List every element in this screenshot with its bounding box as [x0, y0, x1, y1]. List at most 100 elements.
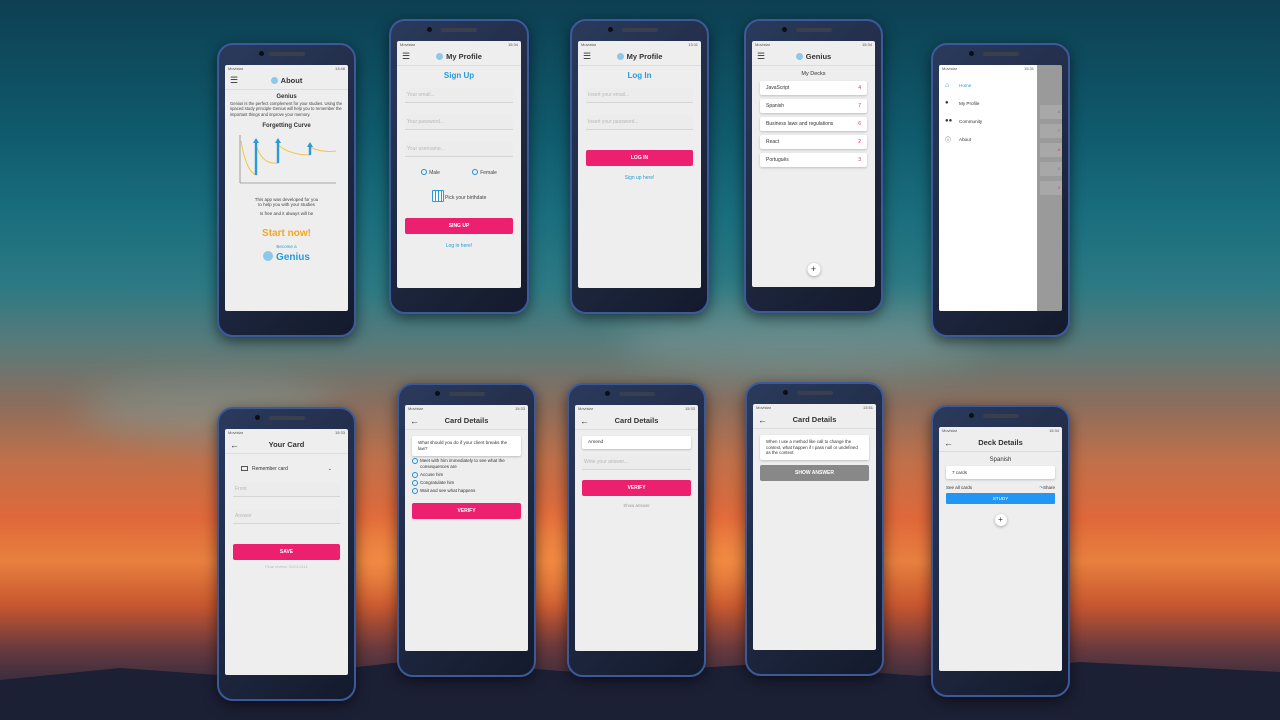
group-icon: ●●: [945, 118, 953, 124]
back-arrow-icon[interactable]: ←: [580, 416, 589, 426]
deck-item-name: Spanish: [766, 103, 785, 109]
menu-icon[interactable]: ☰: [583, 51, 591, 62]
verify-button[interactable]: VERIFY: [412, 502, 521, 519]
login-button[interactable]: LOG IN: [586, 150, 693, 166]
deck-item[interactable]: JavaScript 4: [760, 81, 867, 95]
login-link[interactable]: Log in here!: [405, 243, 513, 249]
deck-details-screen: Movistar 15:34 ← Deck Details Spanish 7 c…: [939, 427, 1062, 671]
page-title: Card Details: [792, 415, 837, 424]
info-icon: ⓘ: [945, 137, 952, 144]
phone-login: Movistar 13:11 ☰ My Profile Log In Insert…: [570, 19, 709, 314]
deck-item[interactable]: Português 3: [760, 153, 867, 167]
decks-screen: Movistar 15:34 ☰ Genius My Decks JavaScri…: [752, 41, 875, 287]
radio-icon: [412, 471, 418, 478]
about-screen: Movistar 13:48 ☰ About Genius Genius is t…: [225, 65, 348, 311]
signup-button[interactable]: SING UP: [405, 218, 513, 234]
phone-signup: Movistar 15:34 ☰ My Profile Sign Up Your …: [389, 19, 529, 314]
share-button[interactable]: ↷Share: [1039, 485, 1055, 491]
deck-item[interactable]: Business laws and regulations 6: [760, 117, 867, 131]
login-screen: Movistar 13:11 ☰ My Profile Log In Insert…: [578, 41, 701, 288]
drawer-peek: 4 7 6 2 3: [1040, 65, 1062, 311]
signup-link[interactable]: Sign up here!: [586, 175, 693, 181]
brain-logo-icon: [616, 53, 624, 60]
answer-input[interactable]: Write your answer...: [582, 455, 691, 470]
question-card: When I use a method like call to change …: [760, 435, 869, 461]
deck-item-name: JavaScript: [766, 85, 790, 91]
show-answer-link[interactable]: Show answer: [582, 503, 691, 508]
curve-title: Forgetting Curve: [262, 123, 311, 130]
deck-name: Spanish: [989, 457, 1012, 463]
signup-screen: Movistar 15:34 ☰ My Profile Sign Up Your …: [397, 41, 521, 288]
drawer-peek-row: 4: [1040, 105, 1062, 119]
radio-icon: [472, 169, 479, 175]
quiz-screen: Movistar 15:33 ← Card Details What should…: [405, 405, 528, 651]
answer-option[interactable]: Meet with him immediately to see what th…: [412, 457, 521, 470]
deck-item[interactable]: Spanish 7: [760, 99, 867, 113]
back-arrow-icon[interactable]: ←: [758, 415, 767, 425]
card-count: 7 cards: [946, 466, 1055, 479]
home-icon: ⌂: [945, 81, 950, 89]
genius-logo: Genius: [230, 251, 343, 263]
background-cloud: [300, 520, 800, 600]
question-card: Amend: [582, 436, 691, 449]
deck-item-count: 3: [858, 157, 861, 163]
radio-icon: [412, 457, 418, 464]
back-arrow-icon[interactable]: ←: [410, 416, 419, 426]
back-arrow-icon[interactable]: ←: [944, 438, 953, 448]
deck-list: JavaScript 4 Spanish 7 Business laws and reg…: [760, 81, 867, 167]
menu-icon[interactable]: ☰: [757, 51, 765, 62]
login-heading: Log In: [627, 71, 652, 80]
verify-button[interactable]: VERIFY: [582, 480, 691, 496]
radio-icon: [421, 169, 428, 175]
male-radio[interactable]: Male: [421, 169, 440, 176]
back-arrow-icon[interactable]: ←: [230, 440, 239, 450]
show-answer-button[interactable]: SHOW ANSWER: [760, 465, 869, 482]
password-field[interactable]: Your password...: [405, 115, 513, 130]
drawer-item-about[interactable]: ⓘ About: [945, 130, 1031, 148]
front-field[interactable]: Front: [233, 482, 340, 497]
menu-icon[interactable]: ☰: [230, 75, 238, 86]
your-card-screen: Movistar 15:33 ← Your Card Remember card …: [225, 429, 348, 675]
page-title: Your Card: [268, 440, 305, 449]
menu-icon[interactable]: ☰: [402, 51, 410, 62]
phone-write-answer: Movistar 15:33 ← Card Details Amend Write…: [567, 383, 706, 677]
save-button[interactable]: SAVE: [233, 544, 340, 560]
person-icon: ●: [945, 100, 949, 106]
password-field[interactable]: Insert your password...: [586, 115, 693, 130]
card-type-dropdown[interactable]: Remember card ⌄: [233, 466, 340, 472]
answer-field[interactable]: Answer: [233, 509, 340, 524]
drawer-peek-row: 7: [1040, 124, 1062, 138]
deck-item[interactable]: React 2: [760, 135, 867, 149]
page-title: Deck Details: [978, 438, 1023, 447]
about-heading: Genius: [276, 94, 297, 100]
start-now-link[interactable]: Start now!: [230, 228, 343, 239]
study-button[interactable]: STUDY: [946, 493, 1055, 504]
answer-option[interactable]: Congratulate him: [412, 479, 521, 486]
brain-logo-icon: [795, 53, 803, 60]
email-field[interactable]: Your email...: [405, 88, 513, 103]
drawer-peek-row: 3: [1040, 181, 1062, 195]
drawer-item-home[interactable]: ⌂ Home: [945, 76, 1031, 94]
card-icon: [241, 466, 248, 471]
add-card-button[interactable]: +: [994, 514, 1007, 526]
final-review-hint: Final review: 01/01/1111: [265, 564, 308, 569]
answer-option[interactable]: Wait and see what happens: [412, 487, 521, 494]
female-radio[interactable]: Female: [472, 169, 497, 176]
drawer-item-community[interactable]: ●● Community: [945, 112, 1031, 130]
question-card: What should you do if your client breaks…: [412, 436, 521, 456]
birthdate-picker[interactable]: Pick your birthdate: [405, 190, 513, 202]
phone-your-card: Movistar 15:33 ← Your Card Remember card …: [217, 407, 356, 701]
drawer-screen: 4 7 6 2 3 Movistar 15:31 ⌂ Home ● My Profile ●●…: [939, 65, 1062, 311]
deck-item-count: 4: [858, 85, 861, 91]
add-deck-button[interactable]: +: [807, 263, 820, 276]
answer-option[interactable]: Accuse him: [412, 471, 521, 478]
calendar-icon: [431, 190, 444, 202]
see-all-cards-link[interactable]: See all cards: [946, 485, 972, 491]
phone-show-answer: Movistar 13:51 ← Card Details When I use …: [745, 382, 884, 676]
decks-heading: My Decks: [801, 71, 826, 77]
navigation-drawer: Movistar 15:31 ⌂ Home ● My Profile ●● Commun…: [939, 65, 1037, 311]
drawer-item-my-profile[interactable]: ● My Profile: [945, 94, 1031, 112]
email-field[interactable]: Insert your email...: [586, 88, 693, 103]
brain-logo-icon: [263, 251, 274, 262]
username-field[interactable]: Your username...: [405, 142, 513, 157]
